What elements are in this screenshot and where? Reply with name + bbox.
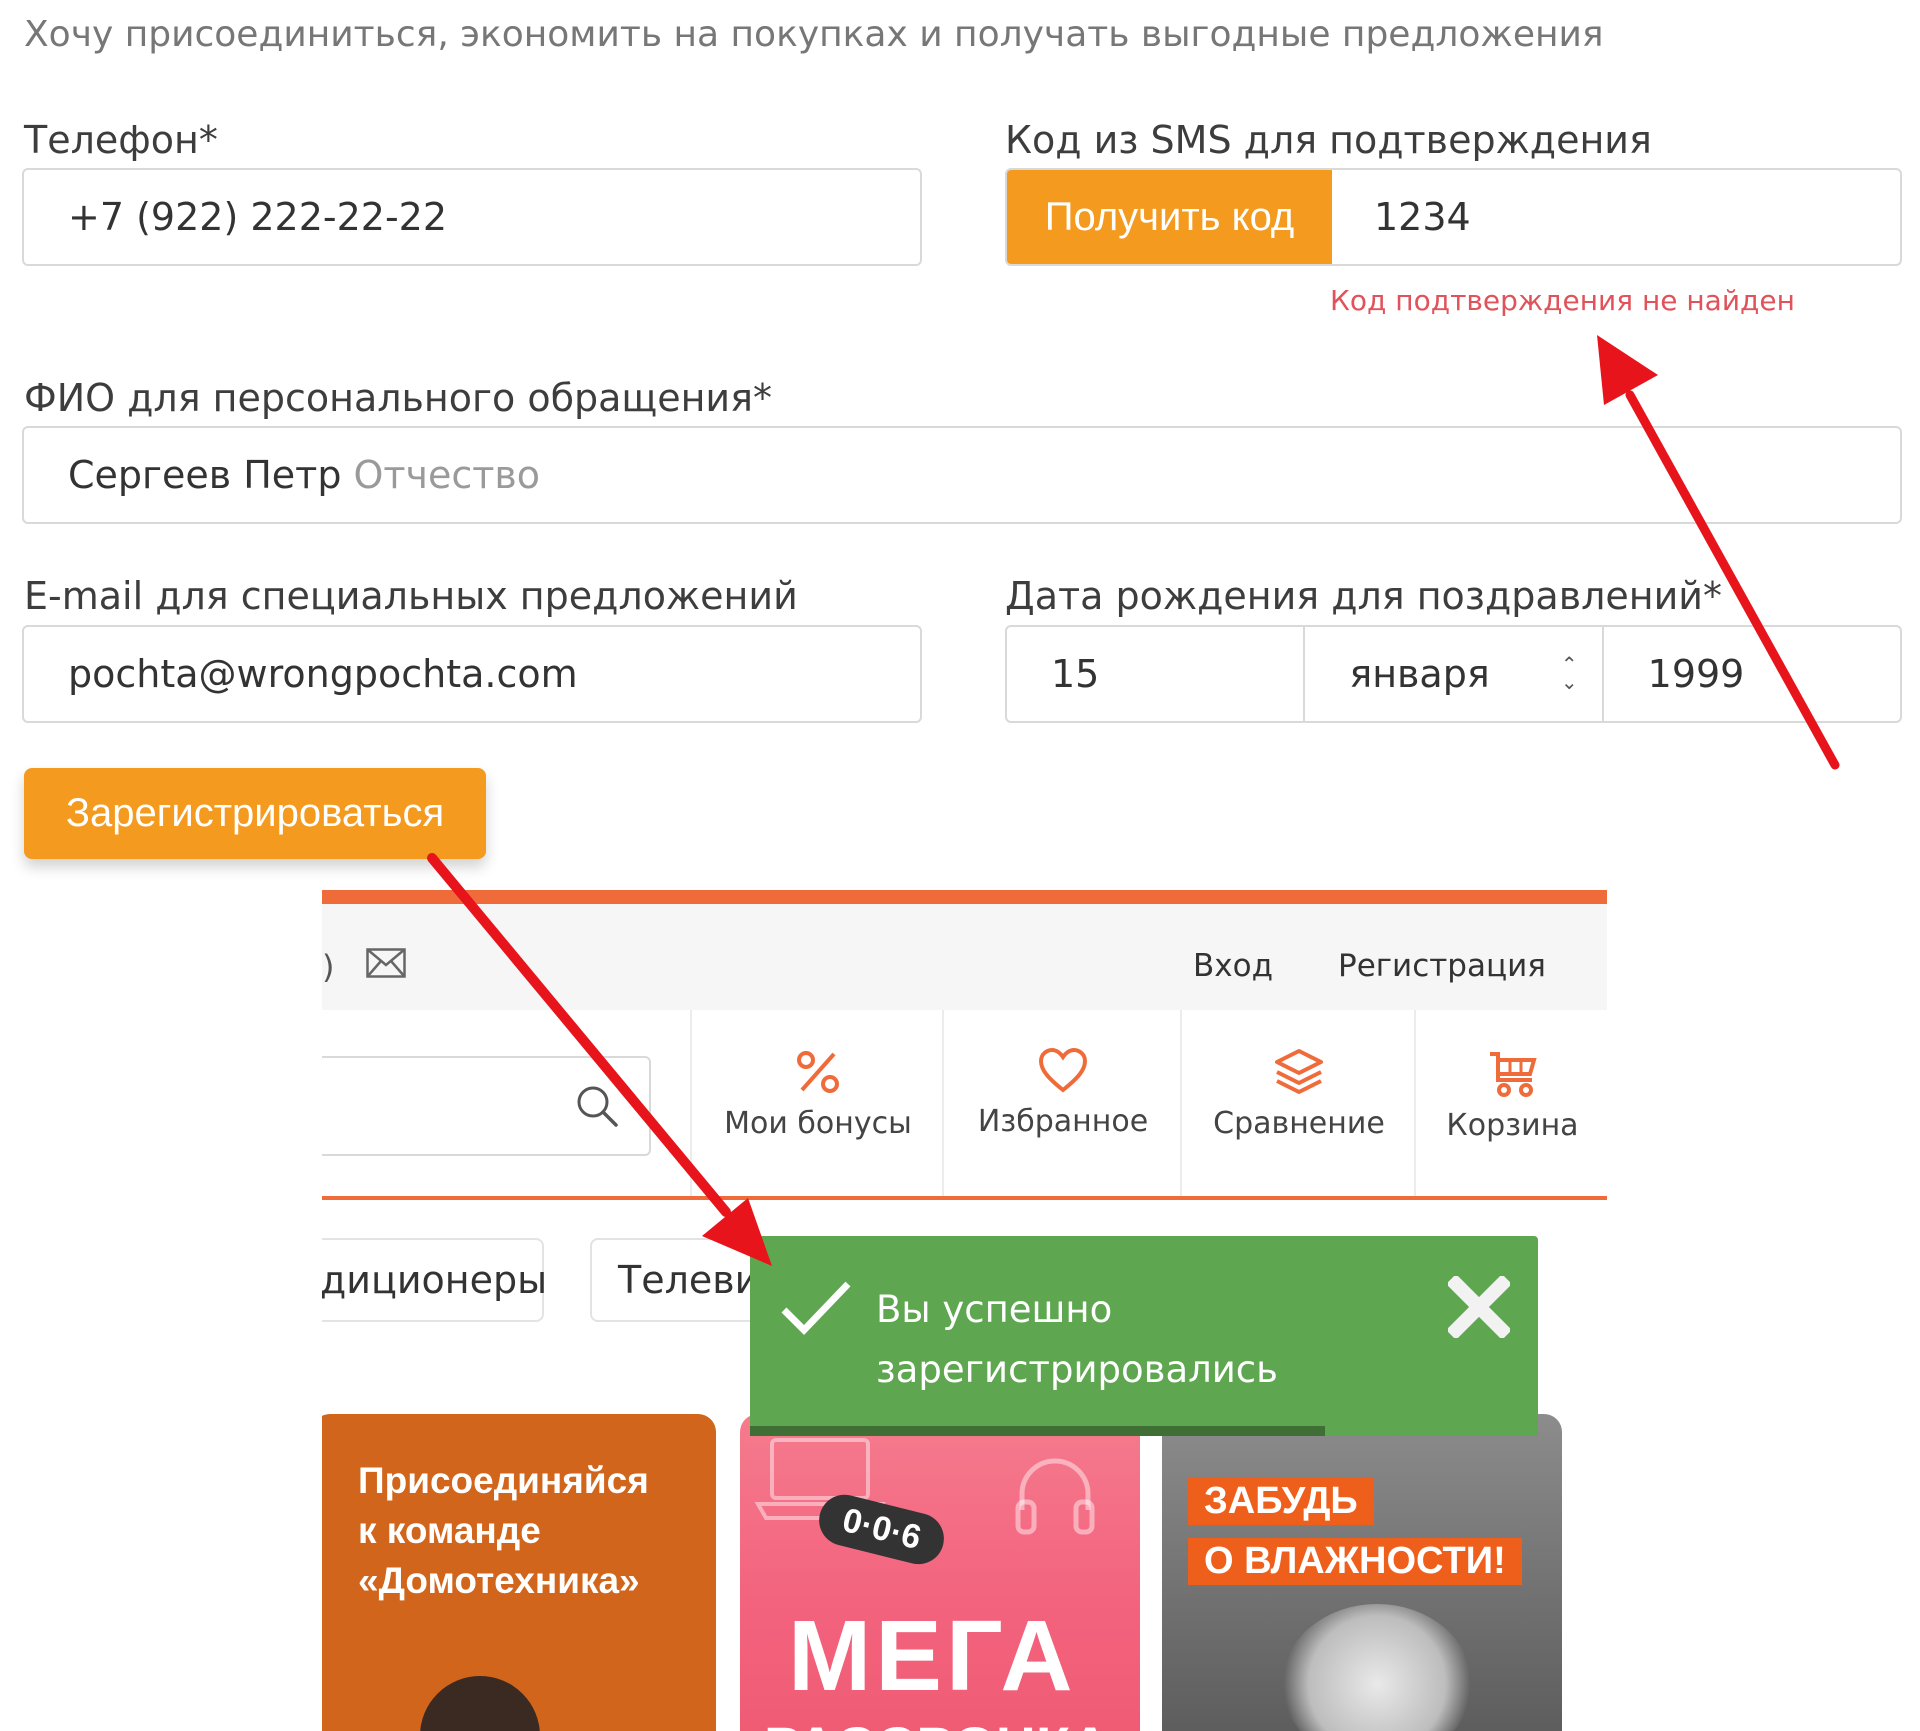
- promo-banner-humidity[interactable]: ЗАБУДЬ О ВЛАЖНОСТИ!: [1162, 1414, 1562, 1731]
- phone-label: Телефон*: [24, 118, 218, 162]
- banner-mega-title: МЕГА: [788, 1600, 1077, 1712]
- humidifier-image: [1282, 1604, 1472, 1731]
- toast-message: Вы успешно зарегистрировались: [876, 1280, 1278, 1400]
- arrow-head-error: [1597, 335, 1658, 405]
- nav-favorites-label: Избранное: [977, 1104, 1149, 1139]
- login-link[interactable]: Вход: [1193, 948, 1273, 984]
- banner-humidity-line1: ЗАБУДЬ: [1188, 1478, 1374, 1525]
- nav-compare[interactable]: Сравнение: [1180, 1010, 1416, 1196]
- banner-installment-subtitle: РАССРОЧКА: [764, 1714, 1111, 1731]
- site-header-nav: Мои бонусы Избранное Сравнение Корзина: [322, 1010, 1607, 1200]
- search-icon[interactable]: [575, 1084, 619, 1128]
- topbar-partial-text: ): [322, 948, 335, 986]
- birth-day-field[interactable]: 15: [1007, 627, 1303, 721]
- headphones-icon: [1015, 1458, 1095, 1535]
- heart-icon: [1038, 1048, 1088, 1093]
- banner-humidity-line2: О ВЛАЖНОСТИ!: [1188, 1538, 1522, 1585]
- fio-field[interactable]: Сергеев Петр Отчество: [22, 426, 1902, 524]
- phone-value: +7 (922) 222-22-22: [68, 195, 448, 239]
- promo-banner-mega-installment[interactable]: 0·0·6 МЕГА РАССРОЧКА: [740, 1414, 1140, 1731]
- nav-favorites[interactable]: Избранное: [942, 1010, 1182, 1196]
- cart-icon: [1489, 1052, 1537, 1097]
- layers-icon: [1275, 1049, 1323, 1094]
- toast-progress-bar: [750, 1426, 1326, 1436]
- nav-bonuses-label: Мои бонусы: [724, 1106, 912, 1141]
- banner-person-image: [420, 1676, 540, 1731]
- birth-year-field[interactable]: 1999: [1601, 627, 1900, 721]
- sms-code-group: Получить код 1234: [1005, 168, 1902, 266]
- category-chip-conditioners[interactable]: диционеры: [322, 1238, 547, 1322]
- toast-message-line: зарегистрировались: [876, 1348, 1278, 1391]
- nav-cart-label: Корзина: [1446, 1108, 1579, 1143]
- success-toast: Вы успешно зарегистрировались: [750, 1236, 1538, 1436]
- form-intro: Хочу присоединиться, экономить на покупк…: [24, 14, 1604, 55]
- promo-banner-join-team[interactable]: Присоединяйся к команде «Домотехника»: [322, 1414, 716, 1731]
- banner-join-line: «Домотехника»: [358, 1560, 640, 1601]
- site-accent-strip: [322, 890, 1607, 904]
- nav-bonuses[interactable]: Мои бонусы: [690, 1010, 944, 1196]
- site-search-input[interactable]: [322, 1056, 651, 1156]
- sms-code-label: Код из SMS для подтверждения: [1005, 118, 1652, 162]
- fio-value: Сергеев Петр: [68, 453, 342, 497]
- site-topbar: ) Вход Регистрация: [322, 904, 1607, 1010]
- check-icon: [781, 1281, 851, 1336]
- site-register-link[interactable]: Регистрация: [1338, 948, 1546, 984]
- sms-code-field[interactable]: 1234: [1332, 170, 1471, 264]
- banner-join-text: Присоединяйся к команде «Домотехника»: [358, 1456, 649, 1606]
- email-label: E-mail для специальных предложений: [24, 574, 798, 618]
- screenshot-canvas: Хочу присоединиться, экономить на покупк…: [0, 0, 1920, 1731]
- birth-month-value: января: [1349, 652, 1490, 696]
- percent-icon: [797, 1051, 839, 1093]
- phone-field[interactable]: +7 (922) 222-22-22: [22, 168, 922, 266]
- fio-label: ФИО для персонального обращения*: [24, 376, 772, 420]
- nav-cart[interactable]: Корзина: [1414, 1010, 1607, 1196]
- fio-placeholder: Отчество: [353, 453, 541, 497]
- toast-close-button[interactable]: [1446, 1274, 1512, 1340]
- register-button[interactable]: Зарегистрироваться: [24, 768, 486, 859]
- get-code-button[interactable]: Получить код: [1007, 170, 1332, 264]
- code-error-message: Код подтверждения не найден: [1330, 284, 1795, 317]
- mail-icon[interactable]: [366, 948, 406, 978]
- nav-compare-label: Сравнение: [1213, 1106, 1385, 1141]
- toast-message-line: Вы успешно: [876, 1288, 1113, 1331]
- birth-date-group: 15 января ⌃ ⌄ 1999: [1005, 625, 1902, 723]
- close-icon: [1446, 1274, 1512, 1340]
- birth-month-select[interactable]: января ⌃ ⌄: [1303, 627, 1601, 721]
- email-field[interactable]: pochta@wrongpochta.com: [22, 625, 922, 723]
- banner-join-line: Присоединяйся: [358, 1460, 649, 1501]
- select-arrows-icon: ⌃ ⌄: [1560, 652, 1578, 694]
- banner-join-line: к команде: [358, 1510, 541, 1551]
- email-value: pochta@wrongpochta.com: [68, 652, 578, 696]
- birth-date-label: Дата рождения для поздравлений*: [1005, 574, 1722, 618]
